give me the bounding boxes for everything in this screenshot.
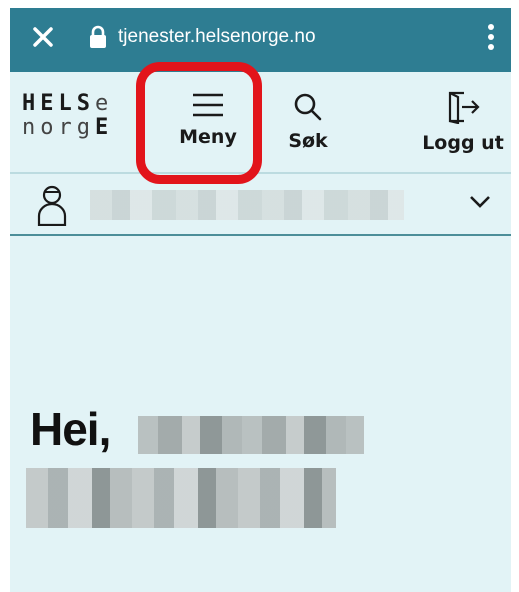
site-header: HELSe norgE Meny Søk Logg ut	[10, 72, 511, 174]
close-icon[interactable]	[28, 22, 58, 52]
user-name-redacted	[90, 190, 404, 220]
greeting-surname-redacted	[26, 468, 336, 528]
menu-icon	[193, 93, 223, 117]
greeting-heading: Hei,	[30, 403, 111, 455]
browser-frame: tjenester.helsenorge.no HELSe norgE Meny	[10, 8, 511, 592]
user-icon	[37, 185, 67, 226]
main-content: Hei,	[10, 236, 511, 592]
search-button[interactable]: Søk	[272, 72, 344, 172]
browser-url-bar: tjenester.helsenorge.no	[10, 8, 511, 72]
logo-text-a: HELS	[22, 92, 95, 116]
search-icon	[294, 93, 322, 121]
menu-button[interactable]: Meny	[160, 72, 256, 172]
url-text[interactable]: tjenester.helsenorge.no	[118, 26, 316, 48]
chevron-down-icon[interactable]	[468, 194, 492, 210]
logo-text-c: norg	[22, 115, 95, 140]
logo-text-b: e	[94, 92, 114, 116]
more-vertical-icon[interactable]	[484, 22, 498, 52]
logout-label: Logg ut	[422, 132, 504, 154]
lock-icon	[90, 25, 106, 48]
logo-text-d: E	[94, 115, 114, 140]
logout-button[interactable]: Logg ut	[418, 72, 508, 172]
greeting-name-redacted	[138, 416, 364, 454]
user-bar[interactable]	[10, 174, 511, 236]
logout-icon	[448, 91, 480, 124]
helsenorge-logo[interactable]: HELSe norgE	[22, 92, 148, 148]
menu-label: Meny	[179, 126, 237, 148]
search-label: Søk	[288, 130, 328, 152]
